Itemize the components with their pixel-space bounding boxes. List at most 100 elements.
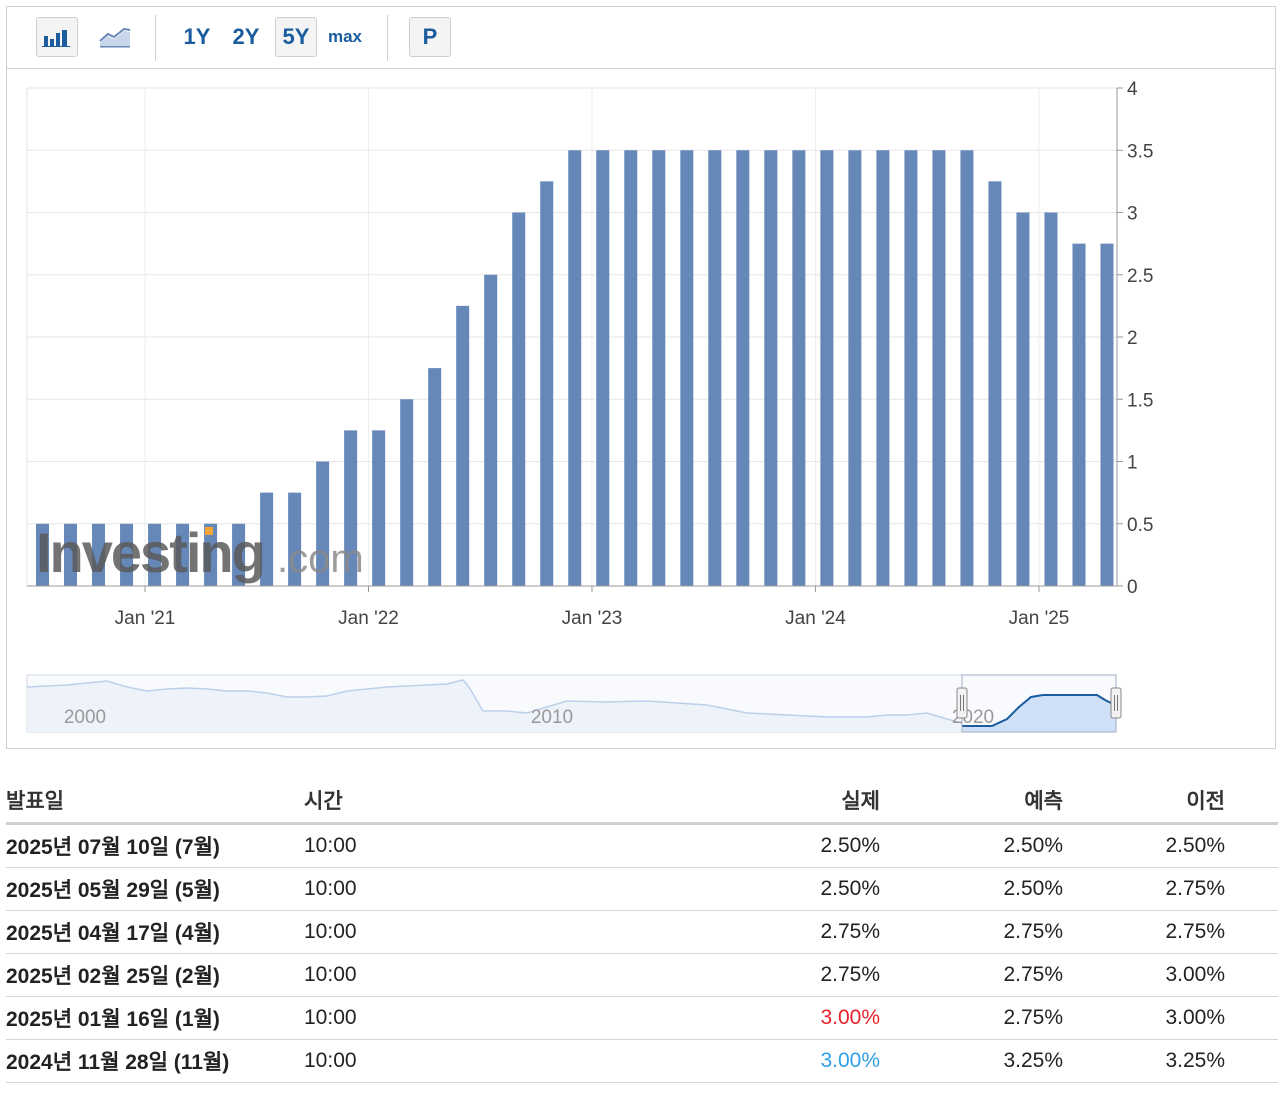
- previous-cell: 2.75%: [1063, 867, 1225, 911]
- bar: [764, 150, 778, 586]
- watermark-suffix: .com: [277, 537, 364, 581]
- bar: [820, 150, 834, 586]
- y-tick-label: 4: [1127, 79, 1138, 100]
- y-tick-label: 3.5: [1127, 141, 1153, 162]
- y-tick-label: 1: [1127, 453, 1138, 474]
- bar: [1044, 212, 1058, 586]
- x-tick-label: Jan '25: [1009, 608, 1070, 629]
- actual-cell: 2.75%: [724, 910, 880, 954]
- table-row: 2025년 01월 16일 (1월) 10:00 3.00% 2.75% 3.00%: [6, 996, 1278, 1040]
- y-tick-label: 0: [1127, 577, 1138, 598]
- time-cell: 10:00: [304, 867, 724, 911]
- forecast-cell: 3.25%: [880, 1039, 1063, 1083]
- bar: [624, 150, 638, 586]
- bar: [988, 181, 1002, 586]
- time-cell: 10:00: [304, 910, 724, 954]
- bar: [904, 150, 918, 586]
- table-row: 2025년 02월 25일 (2월) 10:00 2.75% 2.75% 3.00%: [6, 953, 1278, 997]
- bar: [428, 368, 442, 586]
- x-tick-label: Jan '21: [115, 608, 176, 629]
- release-date-cell: 2025년 04월 17일 (4월): [6, 910, 304, 954]
- forecast-cell: 2.75%: [880, 996, 1063, 1040]
- bar: [960, 150, 974, 586]
- bar: [540, 181, 554, 586]
- header-forecast[interactable]: 예측: [880, 778, 1063, 825]
- forecast-cell: 2.75%: [880, 910, 1063, 954]
- bar: [512, 212, 526, 586]
- previous-cell: 3.00%: [1063, 996, 1225, 1040]
- chart-panel: 1Y 2Y 5Y max P Investing .com 0 0.5 1 1.5 2 2…: [6, 6, 1276, 749]
- watermark-dot: [205, 527, 213, 535]
- table-row: 2025년 07월 10일 (7월) 10:00 2.50% 2.50% 2.50%: [6, 823, 1278, 868]
- bar: [876, 150, 890, 586]
- header-actual[interactable]: 실제: [724, 778, 880, 825]
- bar: [792, 150, 806, 586]
- navigator-handle[interactable]: [1110, 687, 1122, 719]
- y-tick-label: 2: [1127, 328, 1138, 349]
- investing-watermark: Investing .com: [36, 521, 364, 584]
- chart-area: Investing .com 0 0.5 1 1.5 2 2.5 3 3.5 4 Jan '21…: [26, 79, 1153, 733]
- y-tick-label: 0.5: [1127, 515, 1153, 536]
- row-spacer: [1225, 823, 1278, 868]
- row-spacer: [1225, 996, 1278, 1040]
- watermark-brand: Investing: [36, 521, 264, 584]
- forecast-cell: 2.50%: [880, 823, 1063, 868]
- table-row: 2024년 11월 28일 (11월) 10:00 3.00% 3.25% 3.25%: [6, 1039, 1278, 1083]
- actual-cell: 3.00%: [724, 996, 880, 1040]
- bar: [680, 150, 694, 586]
- row-spacer: [1225, 867, 1278, 911]
- table-row: 2025년 04월 17일 (4월) 10:00 2.75% 2.75% 2.75%: [6, 910, 1278, 954]
- navigator-label: 2000: [64, 707, 106, 728]
- y-tick-label: 2.5: [1127, 266, 1153, 287]
- history-table: 발표일 시간 실제 예측 이전 2025년 07월 10일 (7월) 10:00 2…: [6, 778, 1278, 1083]
- table-header-row: 발표일 시간 실제 예측 이전: [6, 778, 1278, 825]
- x-tick-label: Jan '22: [338, 608, 399, 629]
- x-tick-label: Jan '23: [562, 608, 623, 629]
- release-date-cell: 2025년 05월 29일 (5월): [6, 867, 304, 911]
- table-row: 2025년 05월 29일 (5월) 10:00 2.50% 2.50% 2.75%: [6, 867, 1278, 911]
- navigator-handle[interactable]: [956, 687, 968, 719]
- row-spacer: [1225, 953, 1278, 997]
- previous-cell: 3.00%: [1063, 953, 1225, 997]
- y-tick-label: 1.5: [1127, 390, 1153, 411]
- time-cell: 10:00: [304, 953, 724, 997]
- forecast-cell: 2.50%: [880, 867, 1063, 911]
- release-date-cell: 2025년 02월 25일 (2월): [6, 953, 304, 997]
- bar: [1100, 243, 1114, 586]
- time-cell: 10:00: [304, 996, 724, 1040]
- x-axis: Jan '21 Jan '22 Jan '23 Jan '24 Jan '25: [27, 585, 1117, 629]
- actual-cell: 2.75%: [724, 953, 880, 997]
- header-time[interactable]: 시간: [304, 778, 724, 825]
- release-date-cell: 2025년 01월 16일 (1월): [6, 996, 304, 1040]
- actual-cell: 2.50%: [724, 867, 880, 911]
- previous-cell: 2.50%: [1063, 823, 1225, 868]
- navigator-label: 2010: [531, 707, 573, 728]
- table-body: 2025년 07월 10일 (7월) 10:00 2.50% 2.50% 2.50% 20…: [6, 823, 1278, 1083]
- range-navigator[interactable]: 2000 2010 2020: [26, 674, 1122, 733]
- row-spacer: [1225, 910, 1278, 954]
- header-previous[interactable]: 이전: [1063, 778, 1225, 825]
- bar: [400, 399, 414, 586]
- bar: [932, 150, 946, 586]
- header-spacer: [1225, 778, 1278, 825]
- time-cell: 10:00: [304, 1039, 724, 1083]
- bar: [568, 150, 582, 586]
- y-tick-label: 3: [1127, 204, 1138, 225]
- bar: [372, 430, 386, 586]
- row-spacer: [1225, 1039, 1278, 1083]
- bar: [456, 305, 470, 586]
- bar: [1072, 243, 1086, 586]
- bar: [652, 150, 666, 586]
- bar: [848, 150, 862, 586]
- bar: [708, 150, 722, 586]
- time-cell: 10:00: [304, 823, 724, 868]
- previous-cell: 3.25%: [1063, 1039, 1225, 1083]
- previous-cell: 2.75%: [1063, 910, 1225, 954]
- forecast-cell: 2.75%: [880, 953, 1063, 997]
- y-axis: 0 0.5 1 1.5 2 2.5 3 3.5 4: [1116, 79, 1153, 598]
- bar: [596, 150, 610, 586]
- bar: [484, 274, 498, 586]
- actual-cell: 2.50%: [724, 823, 880, 868]
- actual-cell: 3.00%: [724, 1039, 880, 1083]
- header-release-date[interactable]: 발표일: [6, 778, 304, 825]
